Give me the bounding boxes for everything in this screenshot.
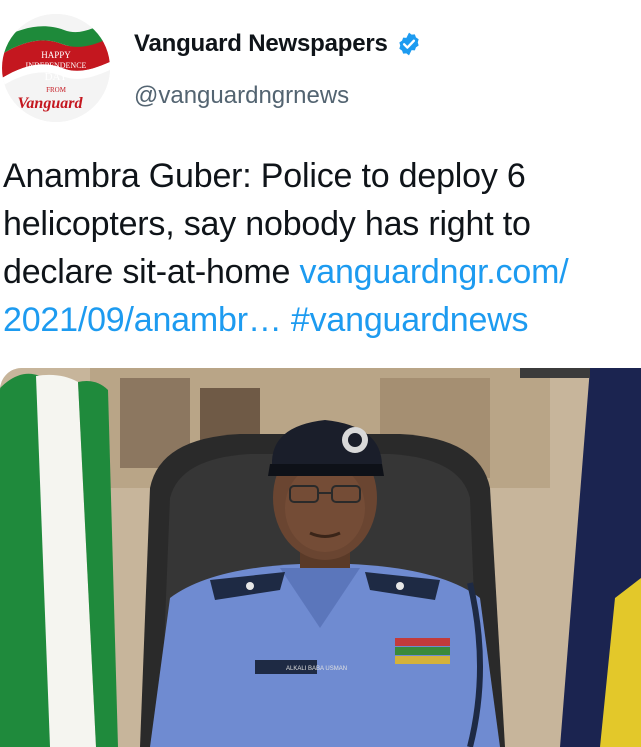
display-name-row: Vanguard Newspapers	[134, 30, 422, 58]
tweet-hashtag[interactable]: #vanguardnews	[291, 301, 529, 339]
avatar-logo-icon: HAPPY INDEPENDENCE DAY FROM Vanguard	[2, 14, 110, 122]
avatar-text-3: DAY	[45, 71, 68, 83]
tweet-header: HAPPY INDEPENDENCE DAY FROM Vanguard Van…	[0, 0, 641, 130]
avatar-text-1: HAPPY	[41, 50, 71, 60]
avatar[interactable]: HAPPY INDEPENDENCE DAY FROM Vanguard	[2, 14, 110, 122]
avatar-logo-text: Vanguard	[18, 95, 84, 112]
officer-name-tag: ALKALI BABA USMAN	[286, 666, 347, 672]
account-handle[interactable]: @vanguardngrnews	[134, 82, 349, 110]
tweet[interactable]: HAPPY INDEPENDENCE DAY FROM Vanguard Van…	[0, 0, 641, 747]
verified-badge-icon	[396, 31, 422, 57]
avatar-text-4: FROM	[46, 86, 67, 94]
photo-police-officer-icon: ALKALI BABA USMAN	[0, 368, 641, 747]
display-name[interactable]: Vanguard Newspapers	[134, 30, 388, 58]
tweet-media[interactable]: ALKALI BABA USMAN	[0, 368, 641, 747]
tweet-text: Anambra Guber: Police to deploy 6 helico…	[3, 152, 637, 344]
avatar-text-2: INDEPENDENCE	[26, 61, 87, 70]
